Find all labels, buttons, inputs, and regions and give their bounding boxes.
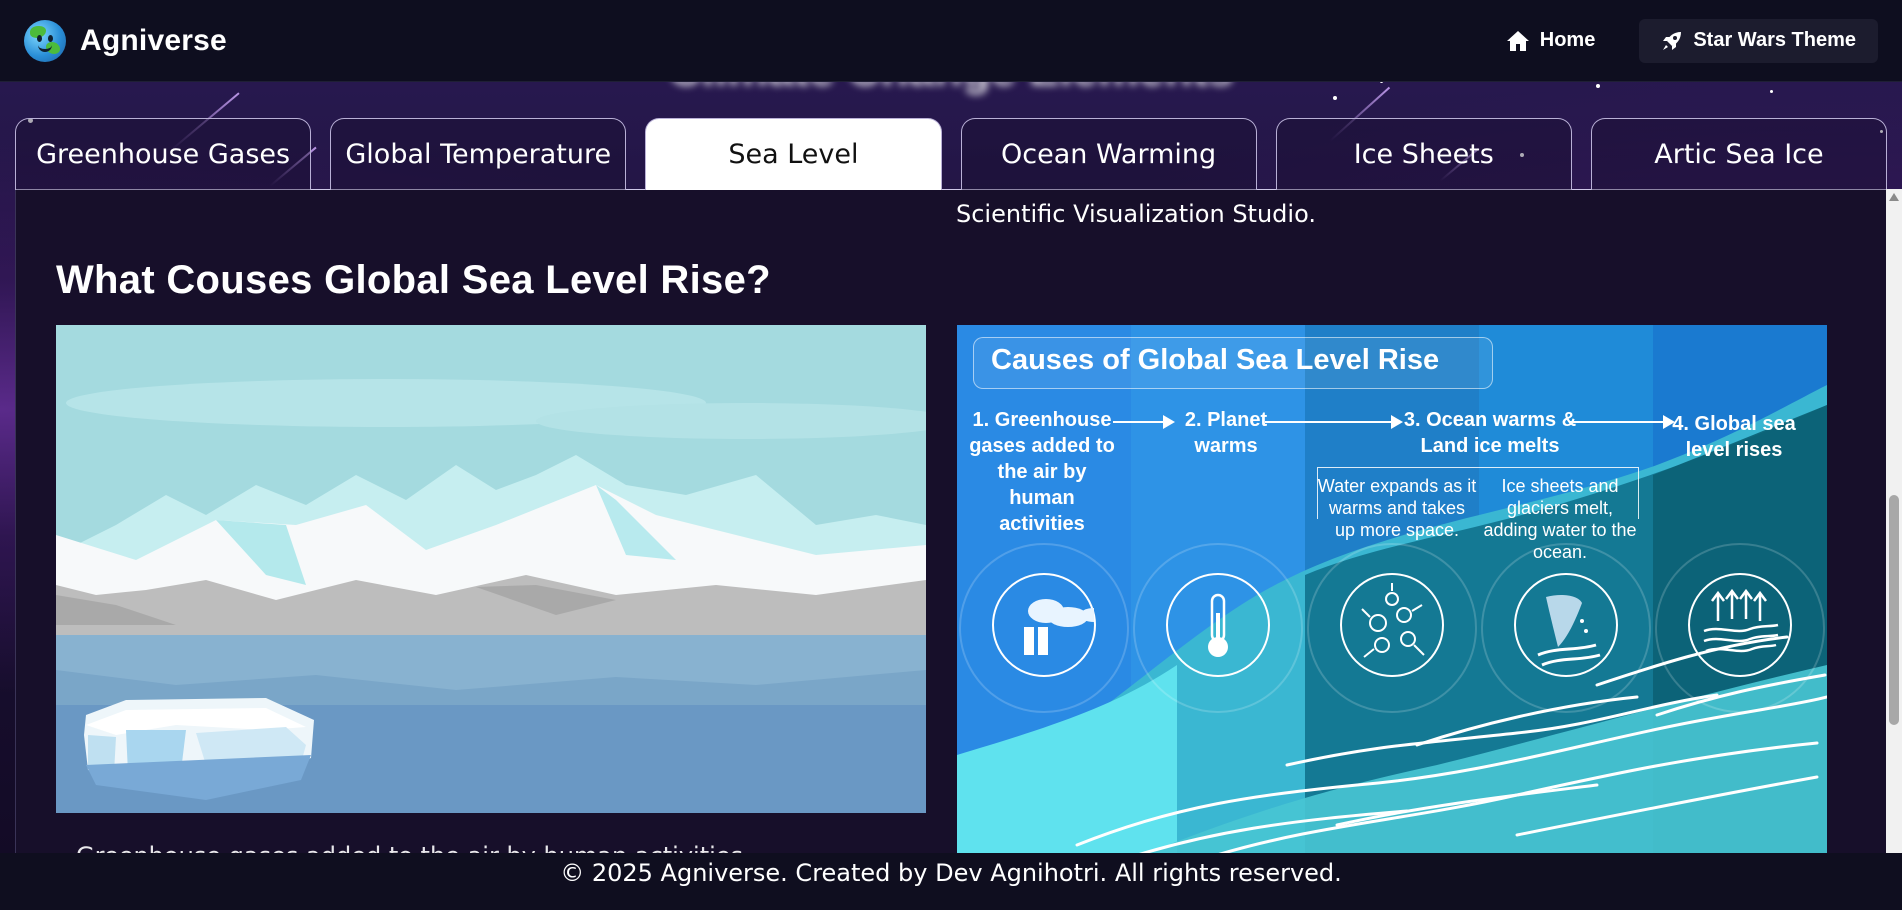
footer: © 2025 Agniverse. Created by Dev Agnihot… <box>0 853 1902 910</box>
arctic-landscape-image <box>56 325 926 813</box>
step-1: 1. Greenhouse gases added to the air by … <box>969 409 1115 535</box>
brand[interactable]: Agniverse <box>24 19 227 62</box>
star-wars-theme-button[interactable]: Star Wars Theme <box>1639 18 1878 63</box>
thermometer-icon <box>1166 573 1270 677</box>
substep-expansion: Water expands as it warms and takes up m… <box>1317 476 1477 540</box>
nav-home-label: Home <box>1539 29 1596 51</box>
scroll-up-arrow-icon[interactable] <box>1889 193 1899 201</box>
step-2: 2. Planet warms <box>1184 409 1268 457</box>
arrow-2 <box>1265 415 1403 429</box>
content-scrollbar[interactable] <box>1886 189 1902 854</box>
star-wars-theme-label: Star Wars Theme <box>1693 29 1856 51</box>
image-credit: Scientific Visualization Studio. <box>956 200 1316 228</box>
home-icon <box>1506 30 1529 51</box>
climate-element-tabs: Greenhouse Gases Global Temperature Sea … <box>15 118 1888 190</box>
footer-text: © 2025 Agniverse. Created by Dev Agnihot… <box>560 859 1342 887</box>
arrow-1 <box>1113 415 1175 429</box>
rising-sea-icon <box>1688 573 1792 677</box>
content-panel: Scientific Visualization Studio. What Co… <box>15 189 1887 854</box>
tab-artic-sea-ice[interactable]: Artic Sea Ice <box>1590 118 1888 190</box>
brand-name: Agniverse <box>80 23 227 57</box>
navbar: Agniverse Home Star Wars Theme <box>0 0 1902 82</box>
arrow-3 <box>1569 415 1675 429</box>
step-4: 4. Global sea level rises <box>1672 413 1796 461</box>
sea-level-causes-infographic: Causes of Global Sea Level Rise 1. Green… <box>957 325 1827 853</box>
tab-global-temperature[interactable]: Global Temperature <box>330 118 627 190</box>
tab-ice-sheets[interactable]: Ice Sheets <box>1275 118 1572 190</box>
step-3: 3. Ocean warms & Land ice melts <box>1403 409 1577 457</box>
tab-sea-level[interactable]: Sea Level <box>645 118 942 190</box>
tab-greenhouse-gases[interactable]: Greenhouse Gases <box>15 118 312 190</box>
nav-home-link[interactable]: Home <box>1484 19 1618 63</box>
earth-logo-icon <box>24 19 66 62</box>
melting-glacier-icon <box>1514 573 1618 677</box>
rocket-icon <box>1663 31 1682 50</box>
factory-cloud-icon <box>992 573 1108 677</box>
molecules-expanding-icon <box>1340 573 1444 677</box>
tab-ocean-warming[interactable]: Ocean Warming <box>960 118 1257 190</box>
infographic-title: Causes of Global Sea Level Rise <box>991 344 1440 376</box>
scroll-thumb[interactable] <box>1889 495 1899 725</box>
section-title: What Couses Global Sea Level Rise? <box>56 258 771 302</box>
